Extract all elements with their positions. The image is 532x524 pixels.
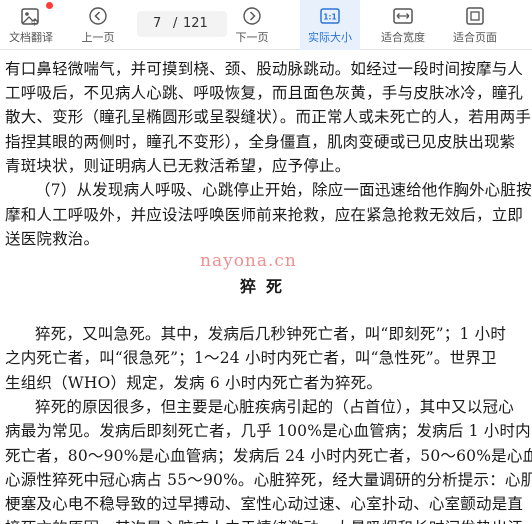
document-page: 有口鼻轻微喘气，并可摸到桡、颈、股动脉跳动。如经过一段时间按摩与人 工呼吸后，不… xyxy=(0,51,532,524)
translate-icon: 中 xyxy=(21,8,39,26)
translate-button[interactable]: 中 文档翻译 xyxy=(0,0,62,50)
total-pages: 121 xyxy=(183,16,208,31)
next-page-label: 下一页 xyxy=(235,31,269,44)
text-line: 死亡者，80～90%是心血管病；发病后 24 小时内死亡者，50～60%是心血管… xyxy=(5,447,532,465)
text-line: 病最为常见。发病后即刻死亡者，几乎 100%是心血管病；发病后 1 小时内 xyxy=(5,422,531,440)
text-line: 散大、变形（瞳孔呈椭圆形或呈裂缝状）。而正常人或未死亡的人，若用两手 xyxy=(5,108,532,126)
text-line: 摩和人工呼吸外，并应设法呼唤医师前来抢救，应在紧急抢救无效后，立即 xyxy=(5,206,524,224)
text-line: 接死亡的原因，其次是心脏病人由于情绪激动，大量吸烟和长时间发热出汗 xyxy=(5,516,523,524)
fit-page-label: 适合页面 xyxy=(453,31,497,44)
next-page-button[interactable]: 下一页 xyxy=(222,0,282,50)
page-separator: / xyxy=(173,16,178,31)
text-line: （7）从发现病人呼吸、心跳停止开始，除应一面迅速给他作胸外心脏按 xyxy=(35,181,532,199)
text-line: 送医院救治。 xyxy=(5,230,100,248)
text-line: 猝死的原因很多，但主要是心脏疾病引起的（占首位），其中又以冠心 xyxy=(35,398,514,416)
text-line: 青斑块状，则证明病人已无救活希望，应予停止。 xyxy=(5,157,351,175)
page-number-input[interactable]: 7 / 121 xyxy=(137,11,227,37)
watermark: nayona.cn xyxy=(200,251,297,271)
actual-size-button[interactable]: 1:1 实际大小 xyxy=(300,0,360,50)
text-line: 工呼吸后，不见病人心跳、呼吸恢复，而且面色灰黄，手与皮肤冰冷，瞳孔 xyxy=(5,84,524,102)
text-line: 心源性猝死中冠心病占 55～90%。心脏猝死，经大量调研的分析提示：心肌 xyxy=(5,471,532,489)
svg-text:中: 中 xyxy=(31,18,38,26)
chevron-right-icon xyxy=(243,7,261,25)
fit-page-button[interactable]: 适合页面 xyxy=(442,0,508,50)
notification-dot xyxy=(46,2,53,9)
translate-label: 文档翻译 xyxy=(9,31,53,44)
fit-page-icon xyxy=(466,7,484,25)
current-page: 7 xyxy=(153,16,162,31)
text-line: 指捏其眼的两侧时，瞳孔不变形），全身僵直，肌肉变硬或已见皮肤出现紫 xyxy=(5,133,516,151)
text-line: 之内死亡者，叫“很急死”；1～24 小时内死亡者，叫“急性死”。世界卫 xyxy=(5,349,497,367)
fit-width-button[interactable]: 适合宽度 xyxy=(370,0,436,50)
actual-size-icon: 1:1 xyxy=(320,8,340,24)
actual-size-label: 实际大小 xyxy=(308,31,352,44)
chevron-left-icon xyxy=(89,7,107,25)
text-line: 猝死，又叫急死。其中，发病后几秒钟死亡者，叫“即刻死”；1 小时 xyxy=(35,325,507,343)
fit-width-label: 适合宽度 xyxy=(381,31,425,44)
toolbar: 中 文档翻译 上一页 7 / 121 下一页 1:1 实际大小 适合宽度 适合页… xyxy=(0,0,532,50)
prev-page-button[interactable]: 上一页 xyxy=(68,0,128,50)
section-heading: 猝死 xyxy=(239,277,292,296)
svg-text:1:1: 1:1 xyxy=(323,13,336,22)
text-line: 生组织（WHO）规定，发病 6 小时内死亡者为猝死。 xyxy=(5,374,383,392)
prev-page-label: 上一页 xyxy=(81,31,115,44)
text-line: 梗塞及心电不稳导致的过早搏动、室性心动过速、心室扑动、心室颤动是直 xyxy=(5,495,524,513)
text-line: 有口鼻轻微喘气，并可摸到桡、颈、股动脉跳动。如经过一段时间按摩与人 xyxy=(5,60,524,78)
fit-width-icon xyxy=(393,8,413,24)
